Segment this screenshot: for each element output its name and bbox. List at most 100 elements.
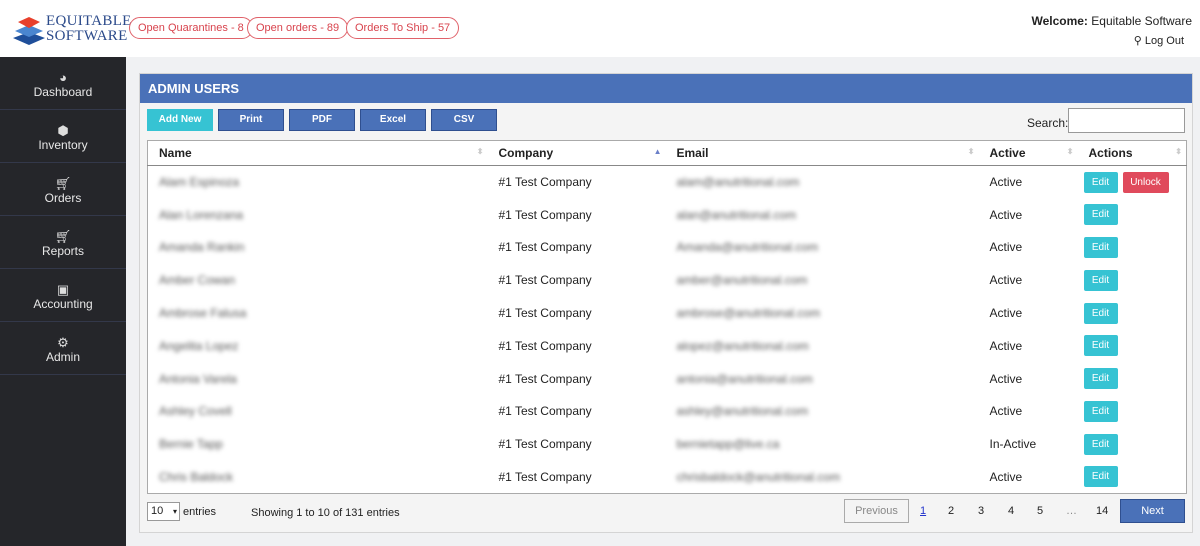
user-company: #1 Test Company	[498, 175, 592, 190]
user-company: #1 Test Company	[498, 371, 592, 386]
row-actions: Edit	[1078, 428, 1187, 461]
cart-icon: 🛒︎	[54, 229, 72, 244]
page-1[interactable]: 1	[920, 505, 926, 517]
sidebar-item-dashboard[interactable]: ◕ Dashboard	[0, 57, 126, 110]
csv-button[interactable]: CSV	[431, 109, 497, 131]
sidebar-item-label: Reports	[41, 244, 85, 258]
sidebar-item-label: Inventory	[38, 138, 88, 152]
row-actions: Edit	[1078, 329, 1187, 362]
logo[interactable]: EQUITABLE SOFTWARE	[12, 14, 131, 46]
pdf-button[interactable]: PDF	[289, 109, 355, 131]
column-header-actions[interactable]: Actions ⬍	[1077, 140, 1187, 166]
user-active-status: Active	[989, 404, 1023, 419]
edit-button[interactable]: Edit	[1083, 204, 1118, 226]
edit-button[interactable]: Edit	[1083, 171, 1118, 193]
user-active-status: Active	[989, 338, 1023, 353]
user-company: #1 Test Company	[498, 240, 592, 255]
user-email: alopez@anutritional.com	[676, 338, 809, 353]
table-row: Angelita Lopez #1 Test Company alopez@an…	[148, 329, 1187, 362]
print-button[interactable]: Print	[218, 109, 284, 131]
table-header-row: Name ⬍ Company ▲ Email ⬍ Active ⬍ Actions ⬍	[147, 140, 1187, 166]
user-email: antonia@anutritional.com	[676, 371, 813, 386]
edit-button[interactable]: Edit	[1083, 433, 1118, 455]
column-header-active[interactable]: Active ⬍	[978, 140, 1078, 166]
page-3[interactable]: 3	[978, 505, 984, 517]
edit-button[interactable]: Edit	[1083, 269, 1118, 291]
edit-button[interactable]: Edit	[1083, 335, 1118, 357]
user-name: Antonia Varela	[159, 371, 237, 386]
user-active-status: In-Active	[989, 437, 1037, 452]
sidebar-item-admin[interactable]: ⚙ Admin	[0, 322, 126, 375]
panel-title: ADMIN USERS	[140, 74, 1192, 103]
logo-icon	[13, 17, 45, 45]
table-row: Ambrose Falusa #1 Test Company ambrose@a…	[148, 297, 1187, 330]
sidebar-item-inventory[interactable]: ⬢ Inventory	[0, 110, 126, 163]
edit-button[interactable]: Edit	[1083, 236, 1118, 258]
sidebar-item-accounting[interactable]: ▣ Accounting	[0, 269, 126, 322]
column-header-company[interactable]: Company ▲	[487, 140, 666, 166]
user-company: #1 Test Company	[498, 469, 592, 484]
open-quarantines-pill[interactable]: Open Quarantines - 8	[129, 17, 253, 39]
edit-button[interactable]: Edit	[1083, 400, 1118, 422]
add-new-button[interactable]: Add New	[147, 109, 213, 131]
gear-icon: ⚙	[57, 335, 69, 350]
admin-users-table: Name ⬍ Company ▲ Email ⬍ Active ⬍ Actions ⬍ A…	[147, 140, 1187, 494]
logout-link[interactable]: ⚲ Log Out	[1134, 34, 1184, 47]
sidebar-item-reports[interactable]: 🛒︎ Reports	[0, 216, 126, 269]
top-header: EQUITABLE SOFTWARE Open Quarantines - 8 O…	[0, 0, 1200, 57]
entries-length-select[interactable]: 10 ▾	[147, 502, 180, 521]
page-2[interactable]: 2	[948, 505, 954, 517]
welcome-text: Welcome: Equitable Software	[1031, 14, 1192, 28]
welcome-label: Welcome:	[1031, 14, 1088, 28]
edit-button[interactable]: Edit	[1083, 302, 1118, 324]
user-email: amber@anutritional.com	[676, 273, 808, 288]
sidebar: ◕ Dashboard ⬢ Inventory 🛒︎ Orders 🛒︎ Reports…	[0, 57, 126, 546]
page-4[interactable]: 4	[1008, 505, 1014, 517]
table-row: Amber Cowan #1 Test Company amber@anutri…	[148, 264, 1187, 297]
column-header-email[interactable]: Email ⬍	[665, 140, 979, 166]
user-name: Chris Baldock	[159, 469, 234, 484]
user-active-status: Active	[989, 207, 1023, 222]
row-actions: Edit	[1078, 198, 1187, 231]
user-name: Alam Espinoza	[159, 175, 240, 190]
user-email: alam@anutritional.com	[676, 175, 800, 190]
page-5[interactable]: 5	[1037, 505, 1043, 517]
page-14[interactable]: 14	[1096, 505, 1108, 517]
open-orders-pill[interactable]: Open orders - 89	[247, 17, 349, 39]
user-active-status: Active	[989, 306, 1023, 321]
table-row: Antonia Varela #1 Test Company antonia@a…	[148, 362, 1187, 395]
user-email: Amanda@anutritional.com	[676, 240, 819, 255]
search-input[interactable]	[1068, 108, 1185, 133]
user-company: #1 Test Company	[498, 404, 592, 419]
user-email: bernietapp@live.ca	[676, 437, 780, 452]
user-email: ambrose@anutritional.com	[676, 306, 821, 321]
row-actions: Edit	[1078, 231, 1187, 264]
cart-icon: 🛒︎	[54, 176, 72, 191]
edit-button[interactable]: Edit	[1083, 466, 1118, 488]
table-row: Chris Baldock #1 Test Company chrisbaldo…	[148, 461, 1187, 494]
sidebar-item-orders[interactable]: 🛒︎ Orders	[0, 163, 126, 216]
row-actions: Edit	[1078, 461, 1187, 494]
user-name: Ambrose Falusa	[159, 306, 247, 321]
user-active-status: Active	[989, 469, 1023, 484]
user-email: ashley@anutritional.com	[676, 404, 809, 419]
table-row: Amanda Rankin #1 Test Company Amanda@anu…	[148, 231, 1187, 264]
logout-label: Log Out	[1144, 35, 1184, 47]
edit-button[interactable]: Edit	[1083, 368, 1118, 390]
column-header-name[interactable]: Name ⬍	[147, 140, 488, 166]
tachometer-icon: ◕	[59, 70, 67, 85]
user-active-status: Active	[989, 273, 1023, 288]
previous-page-button[interactable]: Previous	[844, 499, 909, 523]
table-row: Ashley Covell #1 Test Company ashley@anu…	[148, 395, 1187, 428]
user-email: chrisbaldock@anutritional.com	[676, 469, 841, 484]
welcome-user: Equitable Software	[1091, 14, 1192, 28]
user-name: Amanda Rankin	[159, 240, 245, 255]
brand-line2: SOFTWARE	[46, 28, 128, 44]
next-page-button[interactable]: Next	[1120, 499, 1185, 523]
row-actions: Edit Unlock	[1078, 166, 1187, 199]
user-name: Ashley Covell	[159, 404, 232, 419]
excel-button[interactable]: Excel	[360, 109, 426, 131]
orders-to-ship-pill[interactable]: Orders To Ship - 57	[346, 17, 460, 39]
unlock-button[interactable]: Unlock	[1122, 171, 1169, 193]
cube-icon: ⬢	[57, 123, 69, 138]
